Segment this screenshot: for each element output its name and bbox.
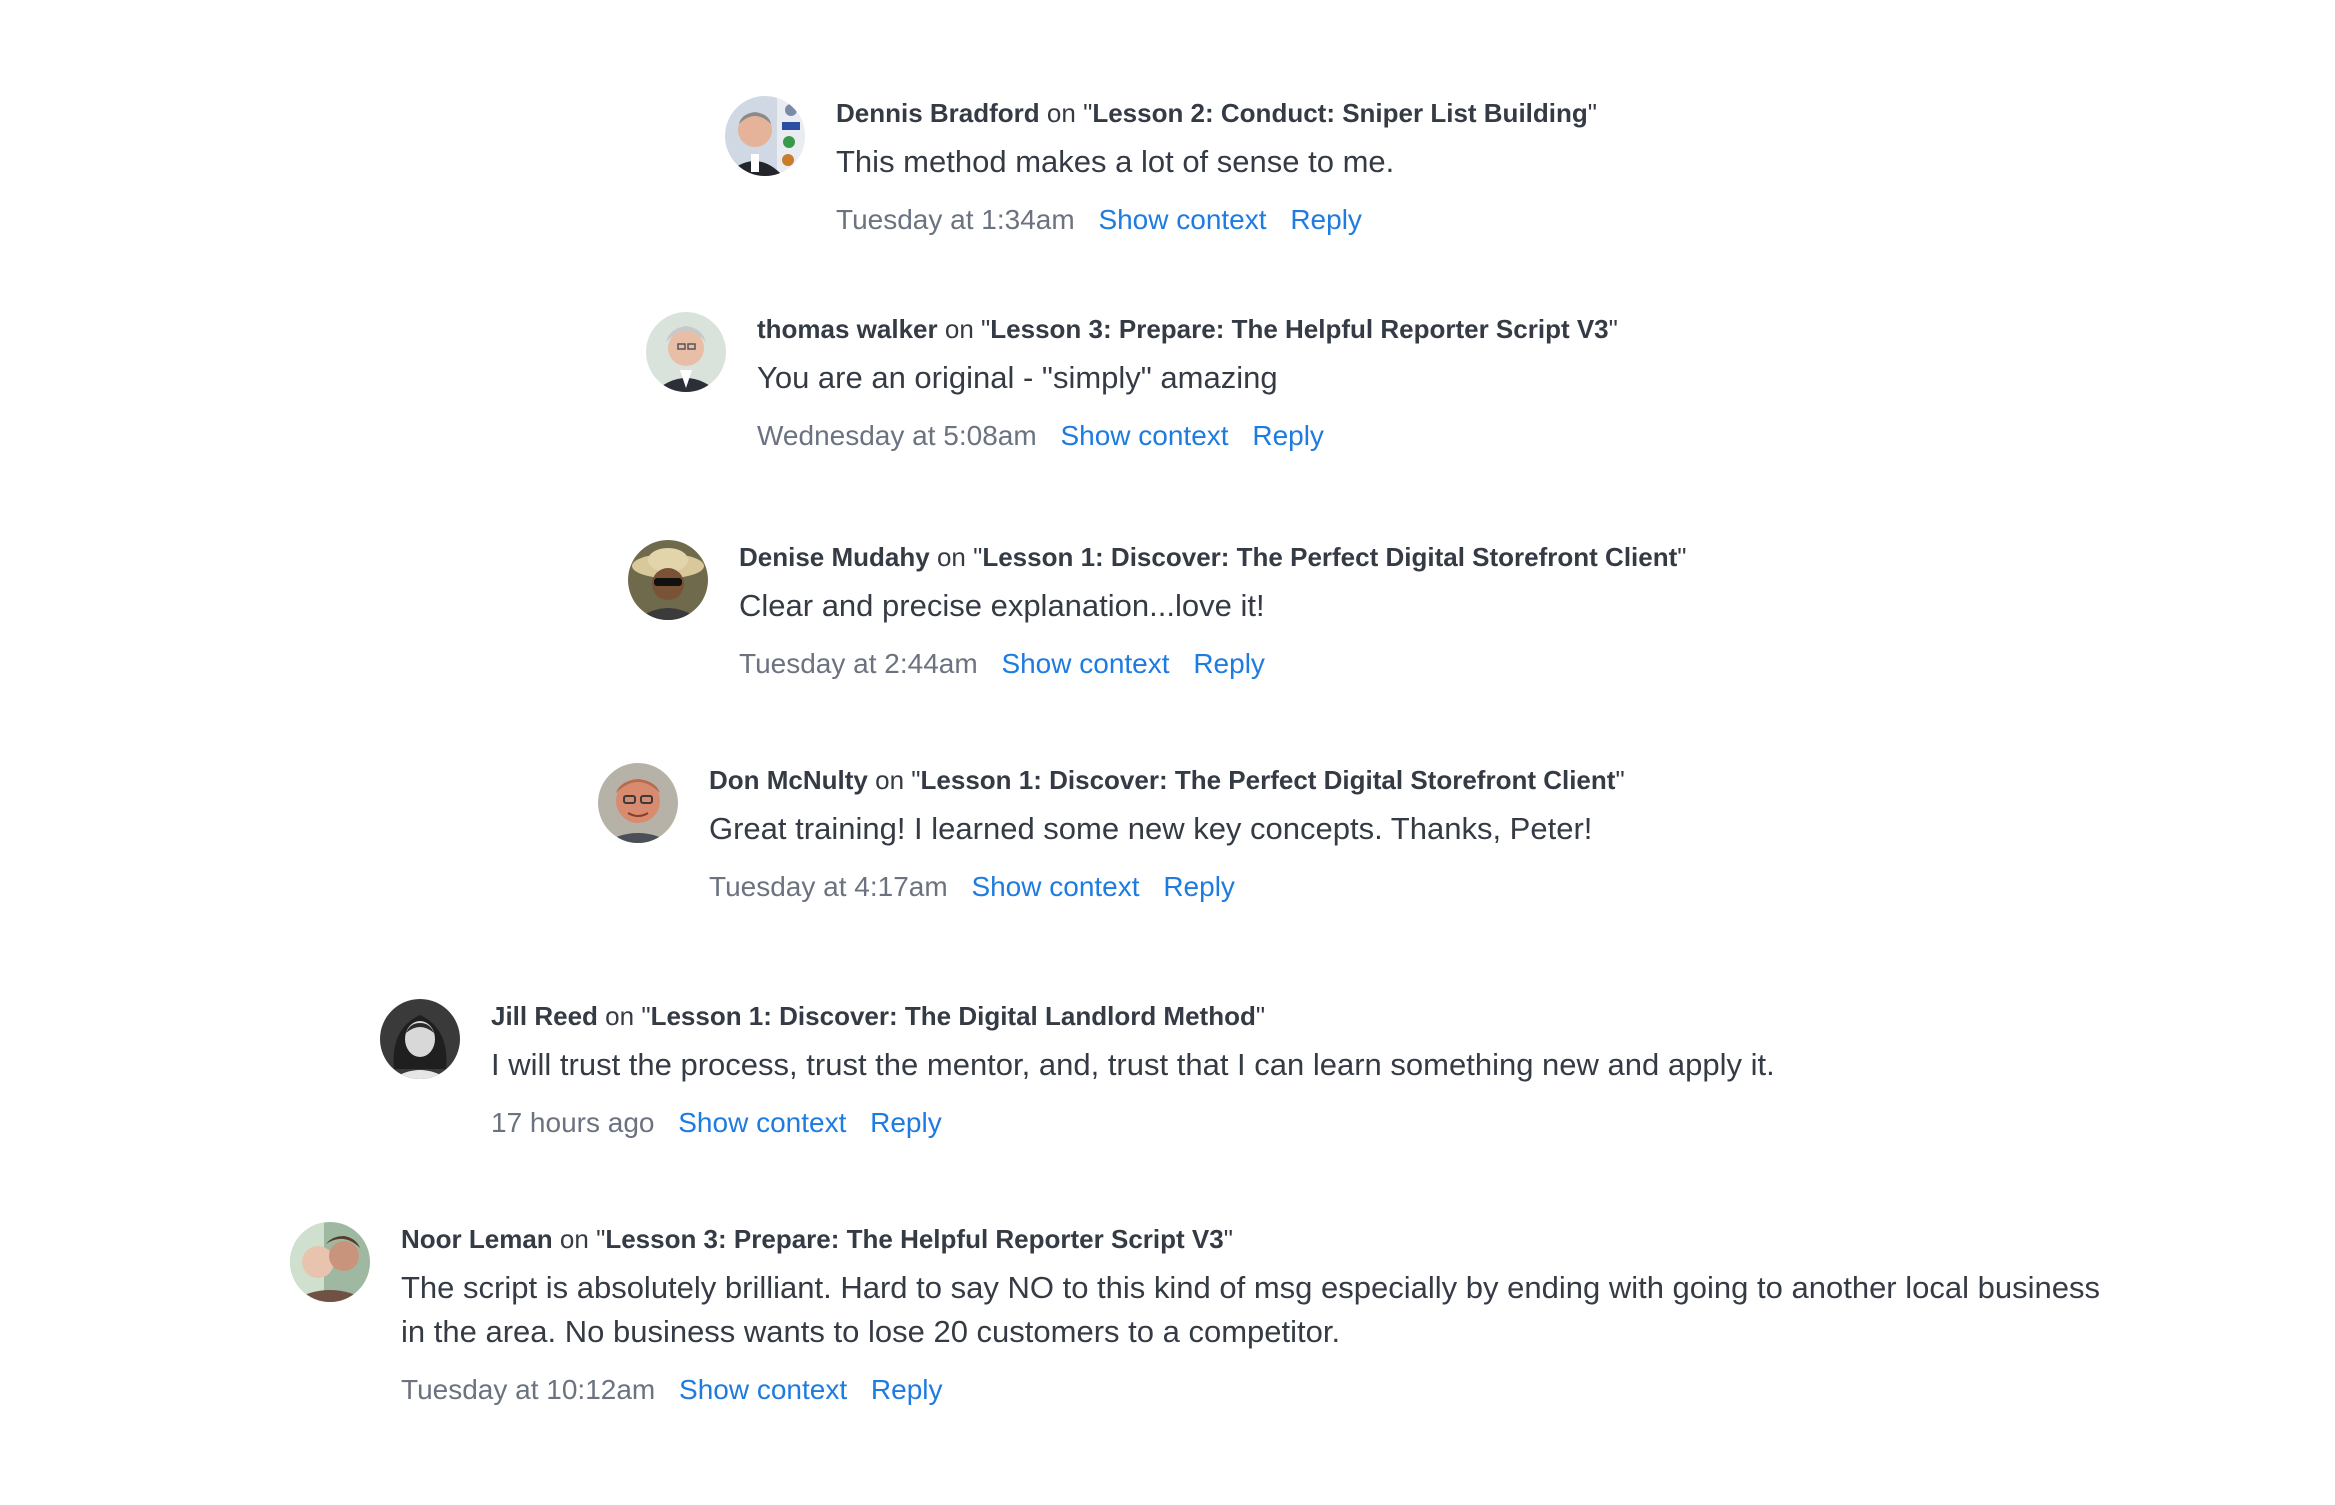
author-name[interactable]: Jill Reed: [491, 1001, 598, 1031]
jill-reed-avatar-icon: [380, 999, 460, 1079]
comment-text: Great training! I learned some new key c…: [709, 811, 1593, 846]
timestamp: Tuesday at 10:12am: [401, 1374, 656, 1405]
comment-header: Dennis Bradford on "Lesson 2: Conduct: S…: [836, 98, 1597, 128]
comment-text: This method makes a lot of sense to me.: [836, 144, 1395, 179]
comment-header: Don McNulty on "Lesson 1: Discover: The …: [709, 765, 1625, 795]
reply-link[interactable]: Reply: [1163, 871, 1235, 902]
thomas-walker-avatar-icon: [646, 312, 726, 392]
comment-header: Noor Leman on "Lesson 3: Prepare: The He…: [401, 1224, 1233, 1254]
lesson-link[interactable]: Lesson 1: Discover: The Perfect Digital …: [921, 765, 1616, 795]
author-name[interactable]: Noor Leman: [401, 1224, 553, 1254]
dennis-bradford-avatar-icon: [725, 96, 805, 176]
reply-link[interactable]: Reply: [1193, 648, 1265, 679]
on-label: on: [1046, 98, 1076, 128]
denise-mudahy-avatar-icon: [628, 540, 708, 620]
on-label: on: [605, 1001, 635, 1031]
comment-meta: Tuesday at 1:34am Show context Reply: [836, 202, 2136, 238]
on-label: on: [559, 1224, 589, 1254]
comment-header: thomas walker on "Lesson 3: Prepare: The…: [757, 314, 1618, 344]
reply-link[interactable]: Reply: [870, 1107, 942, 1138]
comment-header: Denise Mudahy on "Lesson 1: Discover: Th…: [739, 542, 1687, 572]
on-label: on: [936, 542, 966, 572]
comment-text: I will trust the process, trust the ment…: [491, 1047, 1775, 1082]
avatar[interactable]: [725, 96, 805, 176]
lesson-link[interactable]: Lesson 2: Conduct: Sniper List Building: [1092, 98, 1587, 128]
on-label: on: [875, 765, 905, 795]
show-context-link[interactable]: Show context: [971, 871, 1139, 902]
reply-link[interactable]: Reply: [1252, 420, 1324, 451]
lesson-link[interactable]: Lesson 1: Discover: The Digital Landlord…: [651, 1001, 1256, 1031]
lesson-link[interactable]: Lesson 3: Prepare: The Helpful Reporter …: [990, 314, 1608, 344]
show-context-link[interactable]: Show context: [1098, 204, 1266, 235]
comment-meta: Tuesday at 10:12am Show context Reply: [401, 1372, 2121, 1408]
show-context-link[interactable]: Show context: [1001, 648, 1169, 679]
author-name[interactable]: thomas walker: [757, 314, 938, 344]
avatar[interactable]: [628, 540, 708, 620]
comment-text: Clear and precise explanation...love it!: [739, 588, 1265, 623]
avatar[interactable]: [646, 312, 726, 392]
comment-text: The script is absolutely brilliant. Hard…: [401, 1270, 2100, 1349]
reply-link[interactable]: Reply: [1290, 204, 1362, 235]
comment-meta: Tuesday at 4:17am Show context Reply: [709, 869, 2109, 905]
comment-header: Jill Reed on "Lesson 1: Discover: The Di…: [491, 1001, 1266, 1031]
avatar[interactable]: [380, 999, 460, 1079]
avatar[interactable]: [290, 1222, 370, 1302]
comment-meta: Wednesday at 5:08am Show context Reply: [757, 418, 2057, 454]
comment-meta: 17 hours ago Show context Reply: [491, 1105, 2191, 1141]
don-mcnulty-avatar-icon: [598, 763, 678, 843]
author-name[interactable]: Don McNulty: [709, 765, 868, 795]
show-context-link[interactable]: Show context: [678, 1107, 846, 1138]
lesson-link[interactable]: Lesson 3: Prepare: The Helpful Reporter …: [605, 1224, 1223, 1254]
author-name[interactable]: Dennis Bradford: [836, 98, 1040, 128]
on-label: on: [944, 314, 974, 344]
noor-leman-avatar-icon: [290, 1222, 370, 1302]
timestamp: Tuesday at 2:44am: [739, 648, 978, 679]
show-context-link[interactable]: Show context: [679, 1374, 847, 1405]
comment-text: You are an original - "simply" amazing: [757, 360, 1278, 395]
avatar[interactable]: [598, 763, 678, 843]
timestamp: 17 hours ago: [491, 1107, 655, 1138]
reply-link[interactable]: Reply: [871, 1374, 943, 1405]
show-context-link[interactable]: Show context: [1060, 420, 1228, 451]
lesson-link[interactable]: Lesson 1: Discover: The Perfect Digital …: [982, 542, 1677, 572]
author-name[interactable]: Denise Mudahy: [739, 542, 930, 572]
timestamp: Tuesday at 4:17am: [709, 871, 948, 902]
timestamp: Tuesday at 1:34am: [836, 204, 1075, 235]
timestamp: Wednesday at 5:08am: [757, 420, 1037, 451]
comment-meta: Tuesday at 2:44am Show context Reply: [739, 646, 2039, 682]
